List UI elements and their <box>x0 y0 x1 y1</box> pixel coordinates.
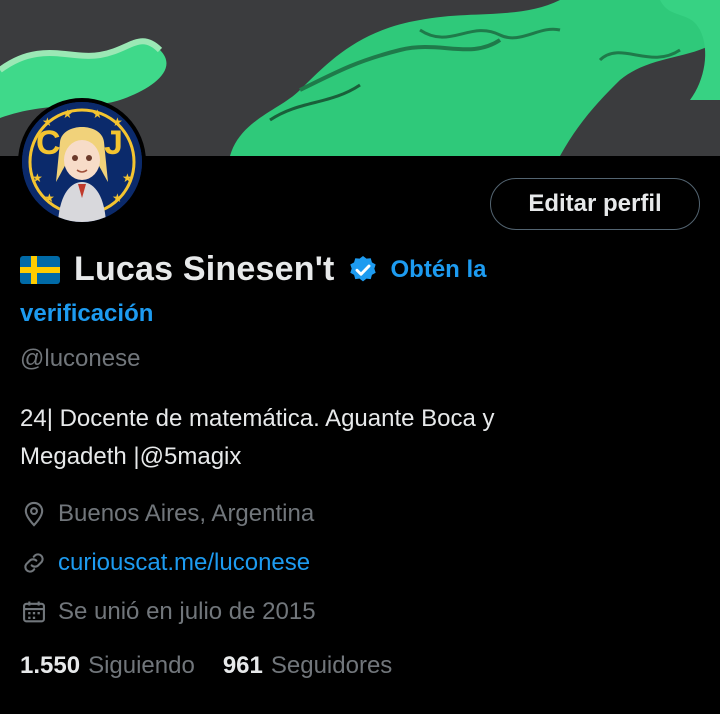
profile-handle: @luconese <box>20 345 141 372</box>
name-row: Lucas Sinesen't Obtén la <box>20 250 700 289</box>
svg-text:★: ★ <box>32 171 43 185</box>
sweden-flag-icon <box>20 255 60 284</box>
website-link[interactable]: curiouscat.me/luconese <box>58 549 310 577</box>
link-icon <box>24 553 44 573</box>
svg-text:★: ★ <box>44 191 55 205</box>
bio-line: 24| Docente de matemática. Aguante Boca … <box>20 405 495 432</box>
following-label: Siguiendo <box>88 652 195 679</box>
svg-text:★: ★ <box>42 115 53 129</box>
svg-text:★: ★ <box>112 115 123 129</box>
svg-text:J: J <box>104 124 123 162</box>
following-link[interactable]: 1.550 Siguiendo <box>20 652 223 680</box>
svg-text:C: C <box>36 124 61 162</box>
followers-label: Seguidores <box>270 652 393 679</box>
get-verified-link[interactable]: Obtén la <box>391 256 487 284</box>
calendar-icon <box>23 601 45 623</box>
display-name: Lucas Sinesen't <box>74 250 335 288</box>
followers-link[interactable]: 961 Seguidores <box>223 652 420 680</box>
website-row: curiouscat.me/luconese <box>20 549 310 577</box>
profile-avatar[interactable]: C J ★ ★ ★ ★ ★ ★ ★ ★ <box>18 98 146 226</box>
svg-text:★: ★ <box>62 107 73 121</box>
avatar-image: C J ★ ★ ★ ★ ★ ★ ★ ★ <box>22 102 142 222</box>
get-verified-link-continued[interactable]: verificación <box>20 300 153 328</box>
following-count: 1.550 <box>20 652 81 679</box>
bio-line: Megadeth |@5magix <box>20 443 242 470</box>
location-pin-icon <box>24 501 44 527</box>
svg-text:★: ★ <box>122 171 133 185</box>
svg-text:★: ★ <box>112 191 123 205</box>
svg-text:★: ★ <box>92 107 103 121</box>
profile-bio: 24| Docente de matemática. Aguante Boca … <box>20 400 700 476</box>
follow-stats: 1.550 Siguiendo 961 Seguidores <box>20 652 420 680</box>
joined-text: Se unió en julio de 2015 <box>58 598 316 625</box>
verified-badge-icon[interactable] <box>347 254 379 286</box>
edit-profile-button[interactable]: Editar perfil <box>490 178 700 230</box>
followers-count: 961 <box>222 652 263 679</box>
joined-row: Se unió en julio de 2015 <box>20 598 316 626</box>
location-text: Buenos Aires, Argentina <box>58 500 315 527</box>
location-row: Buenos Aires, Argentina <box>20 500 314 528</box>
